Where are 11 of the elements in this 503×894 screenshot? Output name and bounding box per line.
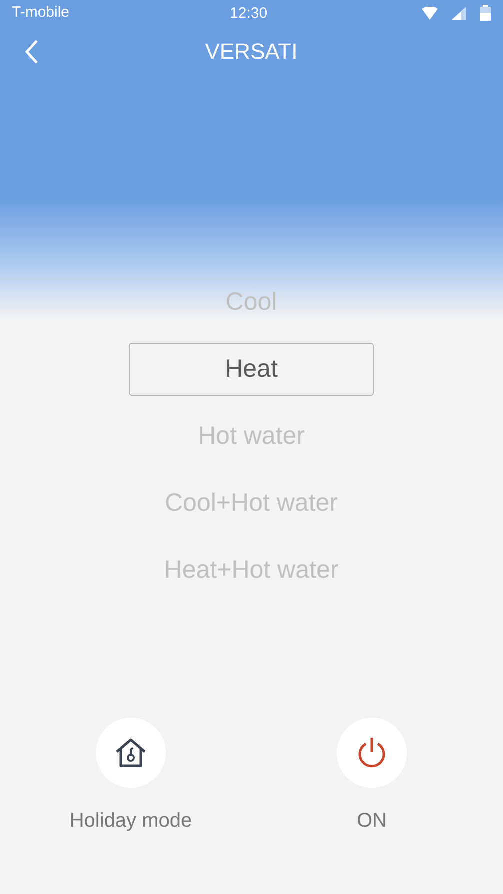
house-icon xyxy=(114,737,148,769)
screen-title: VERSATI xyxy=(205,38,298,66)
mode-option[interactable]: Heat xyxy=(129,343,374,396)
carrier-text: T-mobile xyxy=(12,2,70,23)
action-label: ON xyxy=(357,809,387,834)
wifi-icon xyxy=(422,6,438,20)
power-icon xyxy=(356,736,388,770)
signal-icon xyxy=(452,6,466,20)
clock-text: 12:30 xyxy=(230,4,268,24)
battery-icon xyxy=(480,5,491,21)
action-label: Holiday mode xyxy=(70,809,192,834)
